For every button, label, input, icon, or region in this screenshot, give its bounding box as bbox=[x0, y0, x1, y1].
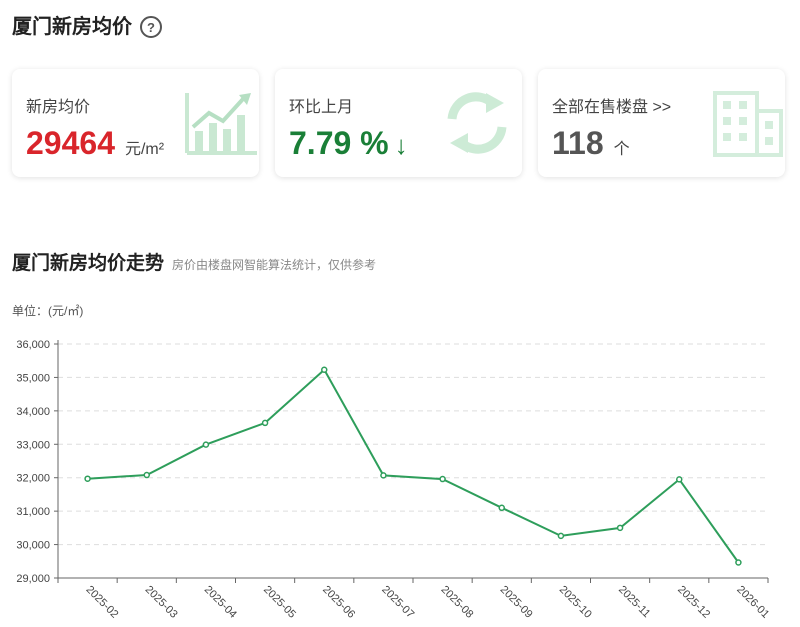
data-point bbox=[735, 559, 742, 566]
listings-count: 118 bbox=[552, 125, 604, 161]
data-point bbox=[676, 476, 683, 483]
x-tick-label: 2025-05 bbox=[261, 584, 298, 621]
x-tick-label: 2025-08 bbox=[438, 584, 475, 621]
page-title: 厦门新房均价 ? bbox=[12, 14, 162, 40]
data-point bbox=[261, 419, 269, 427]
listings-link[interactable]: 全部在售楼盘 >> bbox=[552, 93, 671, 117]
data-point bbox=[380, 472, 387, 479]
listings-unit: 个 bbox=[613, 141, 630, 158]
data-point bbox=[498, 504, 505, 512]
page-title-text: 厦门新房均价 bbox=[12, 16, 132, 38]
data-point bbox=[439, 475, 446, 483]
y-tick-label: 32,000 bbox=[16, 473, 50, 485]
y-tick-label: 33,000 bbox=[16, 439, 50, 451]
x-tick-label: 2025-12 bbox=[675, 584, 712, 621]
help-icon[interactable]: ? bbox=[140, 16, 162, 38]
x-tick-label: 2025-07 bbox=[379, 584, 416, 621]
y-tick-label: 36,000 bbox=[16, 339, 50, 351]
y-tick-label: 29,000 bbox=[16, 573, 50, 585]
mom-change-value: 7.79 % bbox=[289, 125, 389, 161]
x-tick-label: 2025-11 bbox=[616, 584, 652, 620]
y-tick-label: 31,000 bbox=[16, 506, 50, 518]
x-tick-label: 2025-02 bbox=[83, 584, 120, 621]
mom-change-value-row: 7.79 % ↓ bbox=[289, 123, 408, 163]
avg-price-value: 29464 bbox=[26, 125, 115, 161]
data-point bbox=[84, 475, 91, 482]
building-icon bbox=[713, 91, 783, 157]
data-point bbox=[616, 524, 624, 532]
trend-title: 厦门新房均价走势 bbox=[12, 253, 165, 274]
refresh-icon bbox=[447, 92, 507, 154]
x-tick-label: 2025-06 bbox=[320, 584, 357, 621]
avg-price-label: 新房均价 bbox=[26, 99, 91, 116]
data-point bbox=[143, 471, 150, 479]
y-tick-label: 30,000 bbox=[16, 540, 50, 552]
price-trend-chart: 29,000 30,000 31,000 32,000 33,000 34,000 35,0… bbox=[16, 339, 771, 621]
summary-cards: 新房均价 29464 元/m² 环比上月 7.79 % ↓ 全部在售楼盘 >> … bbox=[12, 69, 788, 179]
x-tick-label: 2025-03 bbox=[143, 584, 180, 621]
chart-unit-label: 单位：(元/㎡) bbox=[12, 304, 84, 318]
trend-subtitle: 房价由楼盘网智能算法统计，仅供参考 bbox=[172, 258, 377, 272]
x-tick-label: 2026-01 bbox=[734, 584, 771, 621]
mom-change-card: 环比上月 7.79 % ↓ bbox=[275, 69, 522, 177]
mom-change-label: 环比上月 bbox=[289, 99, 354, 116]
x-tick-label: 2025-09 bbox=[498, 584, 535, 621]
data-point bbox=[321, 366, 328, 373]
data-point bbox=[202, 441, 210, 448]
data-point bbox=[557, 532, 565, 540]
x-tick-label: 2025-10 bbox=[557, 584, 594, 621]
x-tick-label: 2025-04 bbox=[202, 584, 239, 621]
avg-price-value-row: 29464 元/m² bbox=[26, 123, 164, 163]
y-tick-label: 35,000 bbox=[16, 372, 50, 384]
chart-growth-icon bbox=[185, 93, 257, 155]
avg-price-unit: 元/m² bbox=[124, 141, 165, 158]
down-arrow-icon: ↓ bbox=[394, 130, 408, 160]
listings-card[interactable]: 全部在售楼盘 >> 118 个 bbox=[538, 69, 785, 177]
trend-section-title: 厦门新房均价走势 房价由楼盘网智能算法统计，仅供参考 bbox=[12, 248, 376, 275]
listings-value-row: 118 个 bbox=[552, 123, 630, 163]
series-line bbox=[87, 368, 740, 564]
avg-price-card: 新房均价 29464 元/m² bbox=[12, 69, 259, 177]
y-tick-label: 34,000 bbox=[16, 406, 50, 418]
